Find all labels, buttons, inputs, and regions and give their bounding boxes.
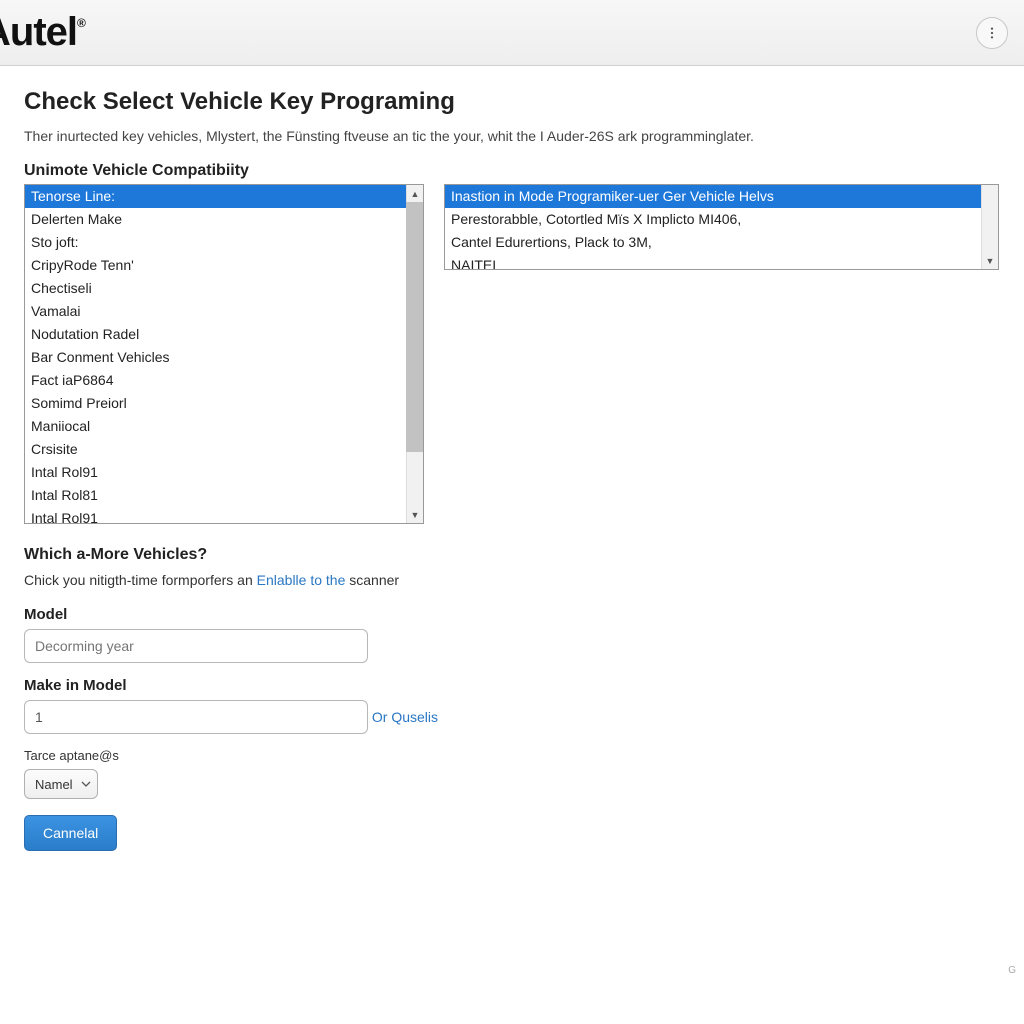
vehicle-listbox[interactable]: Tenorse Line:Delerten MakeSto joft:Cripy… <box>24 184 424 524</box>
mode-listbox-items: Inastion in Mode Programiker-uer Ger Veh… <box>445 185 981 269</box>
lists-row: Tenorse Line:Delerten MakeSto joft:Cripy… <box>24 184 1000 524</box>
more-vertical-icon <box>985 26 999 40</box>
page-title: Check Select Vehicle Key Programing <box>24 88 1000 116</box>
model-label: Model <box>24 606 1000 623</box>
brand-logo: Autel® <box>0 10 85 55</box>
list-item[interactable]: Nodutation Radel <box>25 323 406 346</box>
scroll-down-button[interactable]: ▼ <box>407 506 424 523</box>
list-item[interactable]: Inastion in Mode Programiker-uer Ger Veh… <box>445 185 981 208</box>
more-vehicles-heading: Which a-More Vehicles? <box>24 546 1000 564</box>
helper-suffix: scanner <box>345 572 399 588</box>
enable-scanner-link[interactable]: Enlablle to the <box>257 572 346 588</box>
list-item[interactable]: NAITEI <box>445 254 981 269</box>
chevron-down-icon <box>81 779 91 789</box>
tarce-select[interactable]: Namel <box>24 769 98 799</box>
make-input[interactable] <box>24 700 368 734</box>
list-item[interactable]: Intal Rol91 <box>25 461 406 484</box>
list-item[interactable]: Intal Rol81 <box>25 484 406 507</box>
more-vehicles-helper: Chick you nitigth-time formporfers an En… <box>24 572 1000 588</box>
page-intro: Ther inurtected key vehicles, Mlystert, … <box>24 128 1000 144</box>
list-item[interactable]: Perestorabble, Cotortled Mïs X Implicto … <box>445 208 981 231</box>
helper-prefix: Chick you nitigth-time formporfers an <box>24 572 257 588</box>
footnote: G <box>1008 965 1016 976</box>
scroll-up-button[interactable]: ▲ <box>407 185 424 202</box>
list-item[interactable]: Sto joft: <box>25 231 406 254</box>
tarce-select-value: Namel <box>35 777 73 792</box>
brand-text: Autel <box>0 10 77 54</box>
list-item[interactable]: Fact iaP6864 <box>25 369 406 392</box>
make-label: Make in Model <box>24 677 1000 694</box>
vehicle-listbox-scrollbar[interactable]: ▲ ▼ <box>406 185 423 523</box>
or-quselis-link[interactable]: Or Quselis <box>372 709 438 725</box>
list-item[interactable]: Vamalai <box>25 300 406 323</box>
brand-mark: ® <box>77 16 85 30</box>
list-item[interactable]: Somimd Preiorl <box>25 392 406 415</box>
model-input[interactable] <box>24 629 368 663</box>
mode-listbox[interactable]: Inastion in Mode Programiker-uer Ger Veh… <box>444 184 999 270</box>
submit-button[interactable]: Cannelal <box>24 815 117 851</box>
compat-heading: Unimote Vehicle Compatibiity <box>24 162 1000 180</box>
scroll-thumb[interactable] <box>406 202 423 452</box>
list-item[interactable]: Intal Rol91 <box>25 507 406 523</box>
list-item[interactable]: Cantel Edurertions, Plack to 3M, <box>445 231 981 254</box>
tarce-label: Tarce aptane@s <box>24 748 1000 763</box>
scroll-down-button[interactable]: ▼ <box>982 252 999 269</box>
list-item[interactable]: Delerten Make <box>25 208 406 231</box>
list-item[interactable]: Crsisite <box>25 438 406 461</box>
page-content: Check Select Vehicle Key Programing Ther… <box>0 66 1024 851</box>
list-item[interactable]: Bar Conment Vehicles <box>25 346 406 369</box>
list-item[interactable]: Tenorse Line: <box>25 185 406 208</box>
list-item[interactable]: Maniiocal <box>25 415 406 438</box>
list-item[interactable]: CripyRode Tenn' <box>25 254 406 277</box>
header-bar: Autel® <box>0 0 1024 66</box>
vehicle-listbox-items: Tenorse Line:Delerten MakeSto joft:Cripy… <box>25 185 406 523</box>
list-item[interactable]: Chectiseli <box>25 277 406 300</box>
mode-listbox-scrollbar[interactable]: ▲ ▼ <box>981 185 998 269</box>
more-button[interactable] <box>976 17 1008 49</box>
